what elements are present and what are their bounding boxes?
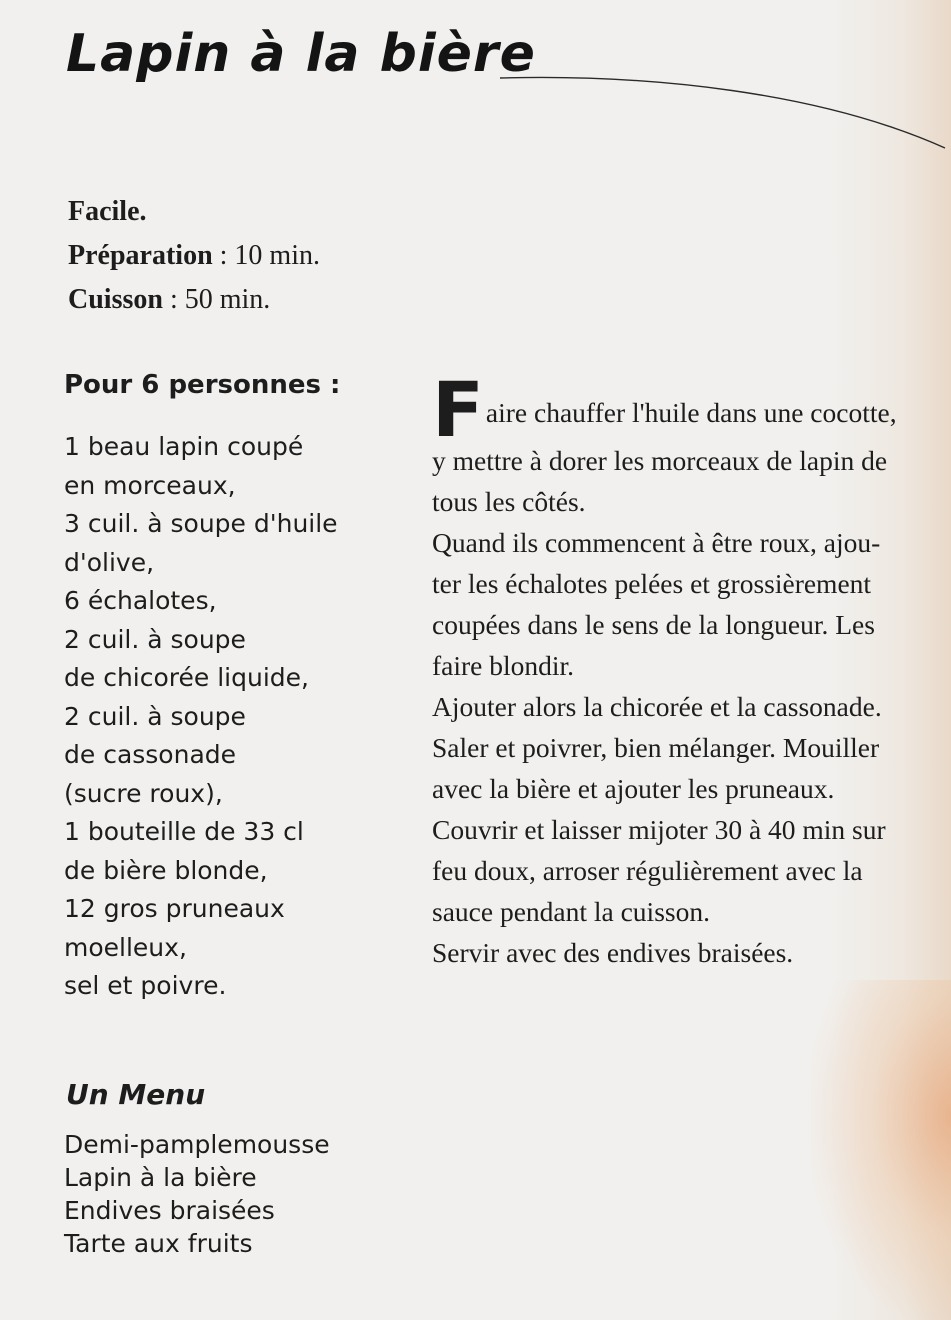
page-edge-warm-shade	[811, 980, 951, 1320]
cook-value: 50 min.	[184, 284, 271, 315]
method-line: Couvrir et laisser mijoter 30 à 40 min s…	[432, 814, 886, 845]
method-line: feu doux, arroser régulièrement avec la	[432, 855, 863, 886]
ingredient-line: de cassonade	[64, 740, 237, 769]
method-line: ter les échalotes pelées et grossièremen…	[432, 568, 872, 599]
recipe-title: Lapin à la bière	[66, 24, 536, 84]
difficulty: Facile.	[68, 196, 147, 227]
menu-item: Tarte aux fruits	[64, 1229, 253, 1258]
ingredient-line: de chicorée liquide,	[64, 663, 309, 692]
method-text: Faire chauffer l'huile dans une cocotte,…	[432, 365, 932, 973]
method-line: Servir avec des endives braisées.	[432, 937, 794, 968]
menu-list: Demi-pamplemousse Lapin à la bière Endiv…	[64, 1128, 330, 1260]
menu-item: Demi-pamplemousse	[64, 1130, 330, 1159]
method-line: avec la bière et ajouter les pruneaux.	[432, 773, 835, 804]
method-line: aire chauffer l'huile dans une cocotte,	[485, 397, 897, 428]
cook-time-line: Cuisson : 50 min.	[68, 284, 271, 315]
method-line: Ajouter alors la chicorée et la cassonad…	[432, 691, 882, 722]
ingredients-list: 1 beau lapin coupé en morceaux, 3 cuil. …	[64, 428, 338, 1006]
ingredient-line: 1 beau lapin coupé	[64, 432, 304, 461]
ingredient-line: de bière blonde,	[64, 855, 268, 885]
menu-item: Lapin à la bière	[64, 1163, 257, 1192]
difficulty-line: Facile.	[68, 190, 320, 234]
recipe-meta: Facile. Préparation : 10 min. Cuisson : …	[68, 190, 320, 322]
ingredient-line: 3 cuil. à soupe d'huile	[64, 509, 338, 538]
ingredient-line: 2 cuil. à soupe	[64, 701, 246, 731]
menu-item: Endives braisées	[64, 1196, 275, 1225]
cook-label: Cuisson	[68, 284, 163, 315]
method-line: Saler et poivrer, bien mélanger. Mouille…	[432, 732, 880, 763]
method-line: coupées dans le sens de la longueur. Les	[432, 609, 875, 640]
method-line: faire blondir.	[432, 650, 575, 681]
ingredient-line: sel et poivre.	[64, 971, 227, 1000]
method-line: sauce pendant la cuisson.	[432, 896, 710, 927]
dropcap-letter: F	[432, 365, 484, 454]
ingredients-heading: Pour 6 personnes :	[64, 370, 341, 400]
menu-heading: Un Menu	[66, 1078, 206, 1111]
ingredient-line: (sucre roux),	[64, 778, 223, 808]
method-line: y mettre à dorer les morceaux de lapin d…	[432, 445, 888, 476]
ingredient-line: en morceaux,	[64, 470, 236, 500]
ingredient-line: 1 bouteille de 33 cl	[64, 817, 304, 846]
method-line: tous les côtés.	[432, 486, 586, 517]
ingredient-line: 6 échalotes,	[64, 586, 217, 615]
ingredient-line: 2 cuil. à soupe	[64, 624, 246, 654]
prep-time-line: Préparation : 10 min.	[68, 240, 320, 271]
prep-label: Préparation	[68, 240, 213, 271]
ingredient-line: moelleux,	[64, 932, 187, 962]
prep-value: 10 min.	[234, 240, 320, 271]
ingredient-line: d'olive,	[64, 547, 155, 577]
method-line: Quand ils commencent à être roux, ajou-	[432, 527, 881, 558]
method-line-first: Faire chauffer l'huile dans une cocotte,	[432, 365, 932, 454]
ingredient-line: 12 gros pruneaux	[64, 894, 285, 923]
